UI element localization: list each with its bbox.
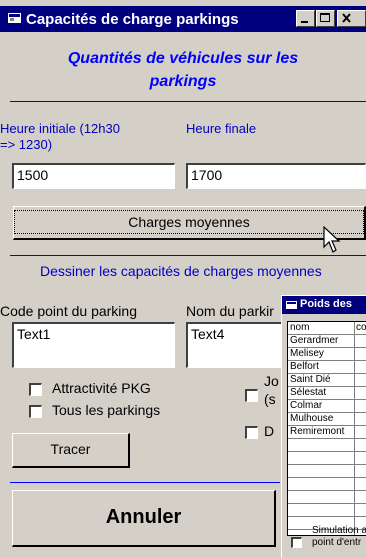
simulation-checkbox[interactable] [291,537,302,548]
heure-finale-label: Heure finale [186,121,257,136]
table-row[interactable] [288,504,366,517]
d-checkbox[interactable] [245,426,258,439]
subwindow-title: Poids des [300,298,352,310]
poids-grid[interactable]: nom co Gerardmer Melisey Belfort Saint D… [287,321,366,536]
section-title: Dessiner les capacités de charges moyenn… [40,263,322,279]
row-name: Mulhouse [290,413,334,424]
row-name: Sélestat [290,387,327,398]
table-row[interactable] [288,439,366,452]
window-title: Capacités de charge parkings [26,11,239,28]
title-bar[interactable]: Capacités de charge parkings [0,6,366,32]
heure-initiale-input[interactable]: 1500 [12,163,175,189]
grid-header-row: nom co [288,322,366,335]
nom-parking-input[interactable]: Text4 [186,322,286,368]
poids-subwindow: Poids des nom co Gerardmer Melisey Belfo… [281,295,366,558]
heure-finale-input[interactable]: 1700 [186,163,366,189]
grid-header-nom: nom [290,322,310,333]
maximize-button[interactable] [316,10,335,27]
minimize-icon [301,21,308,23]
subwindow-app-icon [286,301,297,309]
table-row[interactable]: Gerardmer [288,335,366,348]
heure-initiale-label: Heure initiale (12h30 [0,121,120,136]
jo-label-line2: (s [264,391,276,407]
attractivite-checkbox[interactable] [29,383,42,396]
table-row[interactable]: Colmar [288,400,366,413]
app-icon [8,13,21,23]
charges-moyennes-button[interactable]: Charges moyennes [13,206,366,240]
table-row[interactable]: Belfort [288,361,366,374]
row-name: Saint Dié [290,374,331,385]
close-button[interactable] [337,10,366,27]
code-point-input[interactable]: Text1 [12,322,175,368]
subwindow-title-bar[interactable]: Poids des [282,296,366,314]
table-row[interactable]: Mulhouse [288,413,366,426]
row-name: Remiremont [290,426,345,437]
simulation-label: Simulation a [312,525,366,536]
main-window: Capacités de charge parkings Quantités d… [0,0,366,558]
row-name: Melisey [290,348,324,359]
table-row[interactable]: Sélestat [288,387,366,400]
table-row[interactable] [288,478,366,491]
d-label: D [264,423,275,439]
row-name: Belfort [290,361,319,372]
heure-initiale-hint: => 1230) [0,137,53,152]
minimize-button[interactable] [296,10,315,27]
table-row[interactable] [288,491,366,504]
close-icon [342,13,351,23]
jo-label: Jo [264,373,279,389]
table-row[interactable]: Saint Dié [288,374,366,387]
tous-parkings-checkbox[interactable] [29,405,42,418]
header-title-line2: parkings [149,73,217,90]
bottom-divider [10,482,280,483]
section-divider [10,255,366,256]
table-row[interactable]: Remiremont [288,426,366,439]
header-title-line1: Quantités de véhicules sur les [67,50,299,67]
tracer-button[interactable]: Tracer [12,433,130,468]
charges-moyennes-label: Charges moyennes [14,210,364,234]
nom-parking-label: Nom du parkir [186,303,274,319]
attractivite-label: Attractivité PKG [52,380,151,396]
simulation-label-line2: point d'entr [312,537,362,548]
table-row[interactable]: Melisey [288,348,366,361]
annuler-button[interactable]: Annuler [12,490,276,547]
header-divider [10,101,366,102]
table-row[interactable] [288,465,366,478]
jo-checkbox[interactable] [245,389,258,402]
mouse-cursor-icon [323,226,341,253]
tous-parkings-label: Tous les parkings [52,402,161,418]
table-row[interactable] [288,452,366,465]
row-name: Colmar [290,400,323,411]
grid-header-co: co [356,322,366,333]
code-point-label: Code point du parking [0,303,137,319]
maximize-icon [320,13,330,22]
row-name: Gerardmer [290,335,339,346]
